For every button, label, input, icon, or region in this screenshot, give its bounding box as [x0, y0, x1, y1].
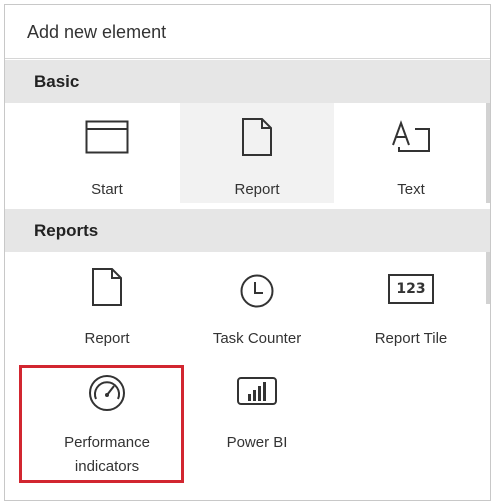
tile-label: Text	[397, 181, 425, 198]
section-header-reports: Reports	[5, 209, 490, 252]
tile-task-counter[interactable]: Task Counter	[180, 253, 334, 353]
tile-label: Start	[91, 181, 123, 198]
power-bi-icon	[180, 373, 334, 413]
add-element-panel: Add new element Basic Start Report Text …	[4, 4, 491, 501]
document-icon	[30, 267, 184, 307]
gauge-icon	[30, 373, 184, 413]
tile-power-bi[interactable]: Power BI	[180, 363, 334, 463]
section-header-basic: Basic	[5, 60, 490, 103]
tile-label: Power BI	[226, 434, 288, 451]
clock-icon	[180, 271, 334, 311]
tile-123-glyph: 123	[388, 274, 434, 304]
tile-label: Report Tile	[374, 330, 448, 347]
document-icon	[180, 117, 334, 157]
tile-label: Task Counter	[212, 330, 302, 347]
tile-start[interactable]: Start	[30, 103, 184, 203]
tile-report[interactable]: Report	[30, 253, 184, 353]
tile-label-line2: indicators	[74, 458, 140, 475]
tile-label: Report	[84, 330, 130, 347]
window-icon	[30, 117, 184, 157]
tile-label: Report	[234, 181, 280, 198]
text-icon	[334, 117, 488, 157]
panel-title: Add new element	[5, 5, 490, 59]
tile-text[interactable]: Text	[334, 103, 488, 203]
tile-label-line1: Performance	[64, 434, 150, 451]
tile-report-tile[interactable]: 123 Report Tile	[334, 253, 488, 353]
tile-123-icon: 123	[334, 269, 488, 309]
tile-performance-indicators[interactable]: Performance indicators	[30, 363, 184, 478]
tile-report-basic[interactable]: Report	[180, 103, 334, 203]
